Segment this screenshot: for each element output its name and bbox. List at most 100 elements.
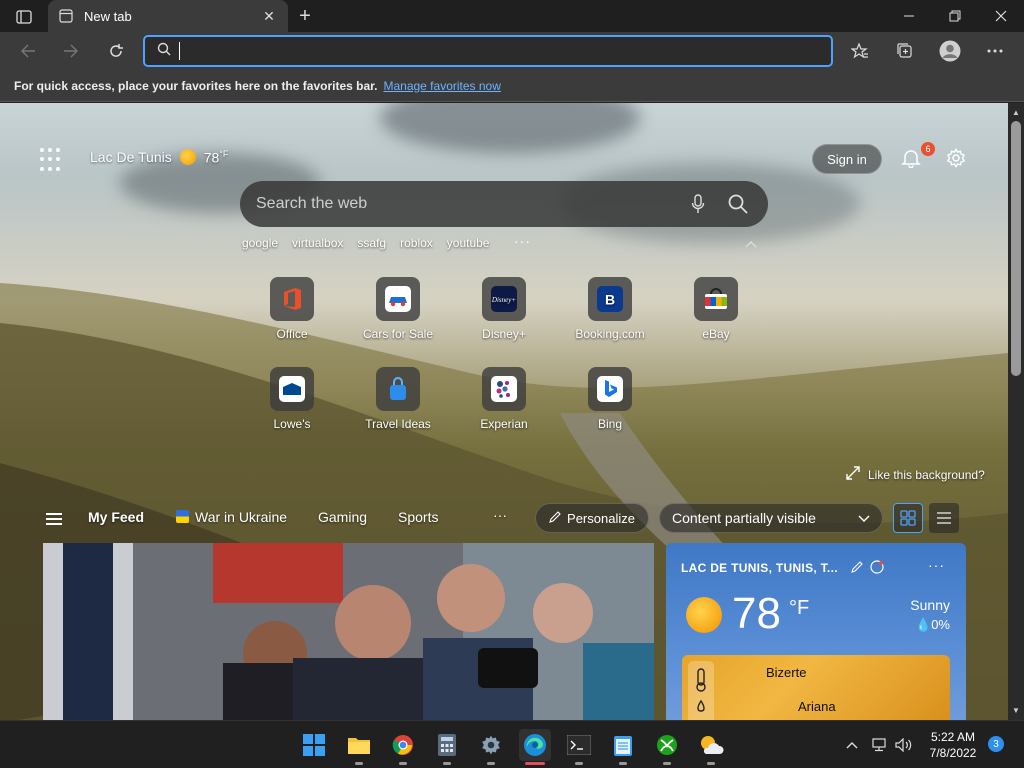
- microphone-icon[interactable]: [678, 184, 718, 224]
- suggestion-link[interactable]: google: [242, 236, 278, 250]
- quick-link-disney-plus[interactable]: Disney+ Disney+: [459, 277, 549, 341]
- collections-icon[interactable]: [890, 38, 920, 64]
- feed-navigation: My Feed War in Ukraine Gaming Sports ···…: [0, 501, 1008, 537]
- restore-button[interactable]: [932, 0, 978, 32]
- edge-browser-icon[interactable]: [519, 729, 551, 765]
- grid-view-button[interactable]: [893, 503, 923, 533]
- weather-location[interactable]: Lac De Tunis 78°F: [90, 149, 228, 166]
- suggestions-more-button[interactable]: ···: [514, 233, 531, 249]
- start-windows-icon[interactable]: [298, 729, 330, 761]
- apps-launcher-icon[interactable]: [40, 148, 64, 172]
- weather-precipitation-value: 0%: [931, 617, 950, 632]
- search-icon: [157, 42, 171, 61]
- notification-center-badge[interactable]: 3: [988, 736, 1004, 752]
- refresh-button[interactable]: [102, 38, 130, 64]
- suggestion-link[interactable]: youtube: [447, 236, 490, 250]
- booking-icon: B: [588, 277, 632, 321]
- weather-alert-icon[interactable]: [869, 559, 885, 575]
- content-visibility-value: Content partially visible: [672, 510, 816, 526]
- personalize-label: Personalize: [567, 510, 635, 526]
- network-icon[interactable]: [870, 735, 890, 755]
- new-tab-button[interactable]: +: [292, 4, 318, 28]
- tab-actions-icon[interactable]: [10, 6, 38, 28]
- like-background-button[interactable]: Like this background?: [846, 466, 985, 483]
- profile-avatar[interactable]: [935, 38, 965, 64]
- chevron-up-icon[interactable]: [742, 237, 760, 251]
- quick-link-lowes[interactable]: Lowe's: [247, 367, 337, 431]
- settings-gear-icon[interactable]: [475, 729, 507, 765]
- page-settings-gear-icon[interactable]: [943, 145, 969, 171]
- quick-link-booking[interactable]: B Booking.com: [565, 277, 655, 341]
- tab-gaming[interactable]: Gaming: [318, 509, 367, 525]
- settings-more-icon[interactable]: [980, 38, 1010, 64]
- quick-link-label: Disney+: [482, 327, 526, 341]
- close-window-button[interactable]: [978, 0, 1024, 32]
- manage-favorites-link[interactable]: Manage favorites now: [383, 79, 500, 93]
- minimize-button[interactable]: [886, 0, 932, 32]
- raindrop-icon: 💧: [915, 617, 932, 632]
- weather-condition: Sunny: [910, 597, 950, 613]
- chrome-icon[interactable]: [387, 729, 419, 765]
- quick-link-label: Travel Ideas: [365, 417, 431, 431]
- edit-location-icon[interactable]: [849, 559, 865, 575]
- ukraine-flag-icon: [176, 510, 189, 523]
- address-bar[interactable]: [143, 35, 833, 67]
- newtab-page-icon: [58, 8, 74, 24]
- search-submit-icon[interactable]: [718, 184, 758, 224]
- tab-war-in-ukraine[interactable]: War in Ukraine: [176, 509, 287, 525]
- quick-link-experian[interactable]: Experian: [459, 367, 549, 431]
- show-hidden-icons-chevron-icon[interactable]: [842, 735, 862, 755]
- favorites-bar: For quick access, place your favorites h…: [0, 70, 1024, 102]
- suggestion-link[interactable]: roblox: [400, 236, 433, 250]
- sign-in-button[interactable]: Sign in: [812, 144, 882, 174]
- quick-link-office[interactable]: Office: [247, 277, 337, 341]
- favorites-star-icon[interactable]: [845, 38, 875, 64]
- quick-link-travel-ideas[interactable]: Travel Ideas: [353, 367, 443, 431]
- tab-close-icon[interactable]: ✕: [260, 7, 278, 25]
- quick-link-ebay[interactable]: eBay: [671, 277, 761, 341]
- scroll-up-arrow-icon[interactable]: ▲: [1008, 105, 1024, 119]
- map-label-bizerte: Bizerte: [766, 665, 807, 680]
- svg-text:Disney+: Disney+: [491, 296, 516, 304]
- scrollbar-thumb[interactable]: [1011, 121, 1021, 376]
- weather-map[interactable]: Bizerte Ariana: [682, 655, 950, 720]
- suggestion-link[interactable]: virtualbox: [292, 236, 343, 250]
- content-visibility-select[interactable]: Content partially visible: [659, 503, 883, 533]
- weather-more-button[interactable]: ···: [928, 557, 945, 573]
- menu-hamburger-icon[interactable]: [46, 513, 62, 525]
- map-layer-control[interactable]: [688, 661, 714, 720]
- quick-link-label: Booking.com: [575, 327, 645, 341]
- new-tab-page: Lac De Tunis 78°F Sign in 6 Search the w…: [0, 103, 1008, 720]
- quick-link-label: Office: [276, 327, 308, 341]
- forward-button[interactable]: [57, 38, 85, 64]
- taskbar-clock[interactable]: 5:22 AM 7/8/2022: [922, 729, 984, 761]
- travel-bag-icon: [376, 367, 420, 411]
- car-icon: [376, 277, 420, 321]
- quick-link-cars-for-sale[interactable]: Cars for Sale: [353, 277, 443, 341]
- volume-icon[interactable]: [894, 735, 914, 755]
- personalize-button[interactable]: Personalize: [535, 503, 649, 533]
- browser-tab[interactable]: New tab ✕: [48, 0, 288, 32]
- tab-sports[interactable]: Sports: [398, 509, 438, 525]
- expand-icon: [846, 466, 860, 483]
- notifications-count-badge: 6: [921, 142, 935, 156]
- notepad-icon[interactable]: [607, 729, 639, 765]
- xbox-icon[interactable]: [651, 729, 683, 765]
- calculator-icon[interactable]: [431, 729, 463, 765]
- news-hero-card[interactable]: [43, 543, 654, 720]
- tab-my-feed[interactable]: My Feed: [88, 509, 144, 525]
- temperature-readout: 78°F: [204, 149, 229, 166]
- file-explorer-icon[interactable]: [343, 729, 375, 765]
- web-search-box[interactable]: Search the web: [240, 181, 768, 227]
- feed-more-button[interactable]: ···: [493, 507, 507, 523]
- quick-link-bing[interactable]: Bing: [565, 367, 655, 431]
- page-scrollbar[interactable]: ▲ ▼: [1008, 103, 1024, 720]
- back-button[interactable]: [14, 38, 42, 64]
- weather-card[interactable]: LAC DE TUNIS, TUNIS, T... ··· 78 °F Sunn…: [666, 543, 966, 720]
- weather-widget-icon[interactable]: [695, 729, 727, 765]
- suggestion-link[interactable]: ssafg: [357, 236, 386, 250]
- address-input[interactable]: [190, 43, 830, 59]
- terminal-icon[interactable]: [563, 729, 595, 765]
- scroll-down-arrow-icon[interactable]: ▼: [1008, 703, 1024, 717]
- list-view-button[interactable]: [929, 503, 959, 533]
